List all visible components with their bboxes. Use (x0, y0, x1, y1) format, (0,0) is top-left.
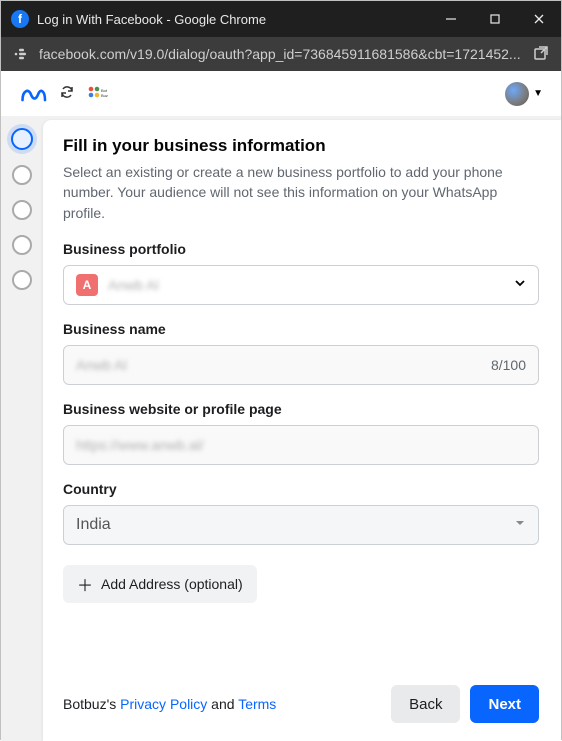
back-button[interactable]: Back (391, 685, 460, 723)
open-external-icon[interactable] (533, 45, 551, 63)
progress-stepper (1, 116, 43, 741)
meta-logo-icon (19, 85, 47, 103)
website-input[interactable]: https://www.anwb.al/ (63, 425, 539, 465)
business-name-counter: 8/100 (491, 357, 526, 373)
account-menu[interactable]: ▼ (505, 82, 543, 106)
step-4-indicator (12, 235, 32, 255)
portfolio-dropdown[interactable]: A Anwb Al (63, 265, 539, 305)
portfolio-label: Business portfolio (63, 241, 539, 257)
portfolio-value: Anwb Al (108, 277, 159, 293)
country-label: Country (63, 481, 539, 497)
chevron-down-icon (514, 516, 526, 534)
footer-and: and (207, 696, 238, 712)
main-card: Fill in your business information Select… (43, 120, 561, 741)
footer-legal-text: Botbuz's Privacy Policy and Terms (63, 696, 276, 712)
terms-link[interactable]: Terms (238, 696, 276, 712)
add-address-label: Add Address (optional) (101, 576, 243, 592)
app-header: BotBuz ▼ (1, 71, 561, 116)
page-subtext: Select an existing or create a new busin… (63, 162, 539, 223)
sync-icon[interactable] (59, 84, 75, 103)
country-value: India (76, 516, 111, 534)
page-heading: Fill in your business information (63, 136, 539, 156)
chevron-down-icon: ▼ (533, 88, 543, 99)
step-2-indicator (12, 165, 32, 185)
chevron-down-icon (514, 276, 526, 294)
card-footer: Botbuz's Privacy Policy and Terms Back N… (43, 671, 561, 741)
window-titlebar: f Log in With Facebook - Google Chrome (1, 1, 561, 37)
close-button[interactable] (517, 1, 561, 37)
country-select[interactable]: India (63, 505, 539, 545)
plus-icon: ＋ (77, 572, 93, 596)
avatar (505, 82, 529, 106)
maximize-button[interactable] (473, 1, 517, 37)
url-text[interactable]: facebook.com/v19.0/dialog/oauth?app_id=7… (39, 46, 523, 62)
window-title: Log in With Facebook - Google Chrome (37, 12, 429, 27)
add-address-button[interactable]: ＋ Add Address (optional) (63, 565, 257, 603)
facebook-icon: f (11, 10, 29, 28)
business-name-label: Business name (63, 321, 539, 337)
website-value: https://www.anwb.al/ (76, 437, 204, 453)
footer-prefix: Botbuz's (63, 696, 120, 712)
step-5-indicator (12, 270, 32, 290)
address-bar: facebook.com/v19.0/dialog/oauth?app_id=7… (1, 37, 561, 71)
step-1-indicator (11, 128, 33, 150)
botbuz-logo-icon: BotBuz (87, 85, 109, 103)
business-name-input[interactable]: Anwb Al 8/100 (63, 345, 539, 385)
portfolio-badge: A (76, 274, 98, 296)
site-info-icon[interactable] (11, 45, 29, 63)
next-button[interactable]: Next (470, 685, 539, 723)
business-name-value: Anwb Al (76, 357, 127, 373)
website-label: Business website or profile page (63, 401, 539, 417)
svg-text:Buz: Buz (101, 93, 108, 98)
privacy-policy-link[interactable]: Privacy Policy (120, 696, 207, 712)
step-3-indicator (12, 200, 32, 220)
minimize-button[interactable] (429, 1, 473, 37)
